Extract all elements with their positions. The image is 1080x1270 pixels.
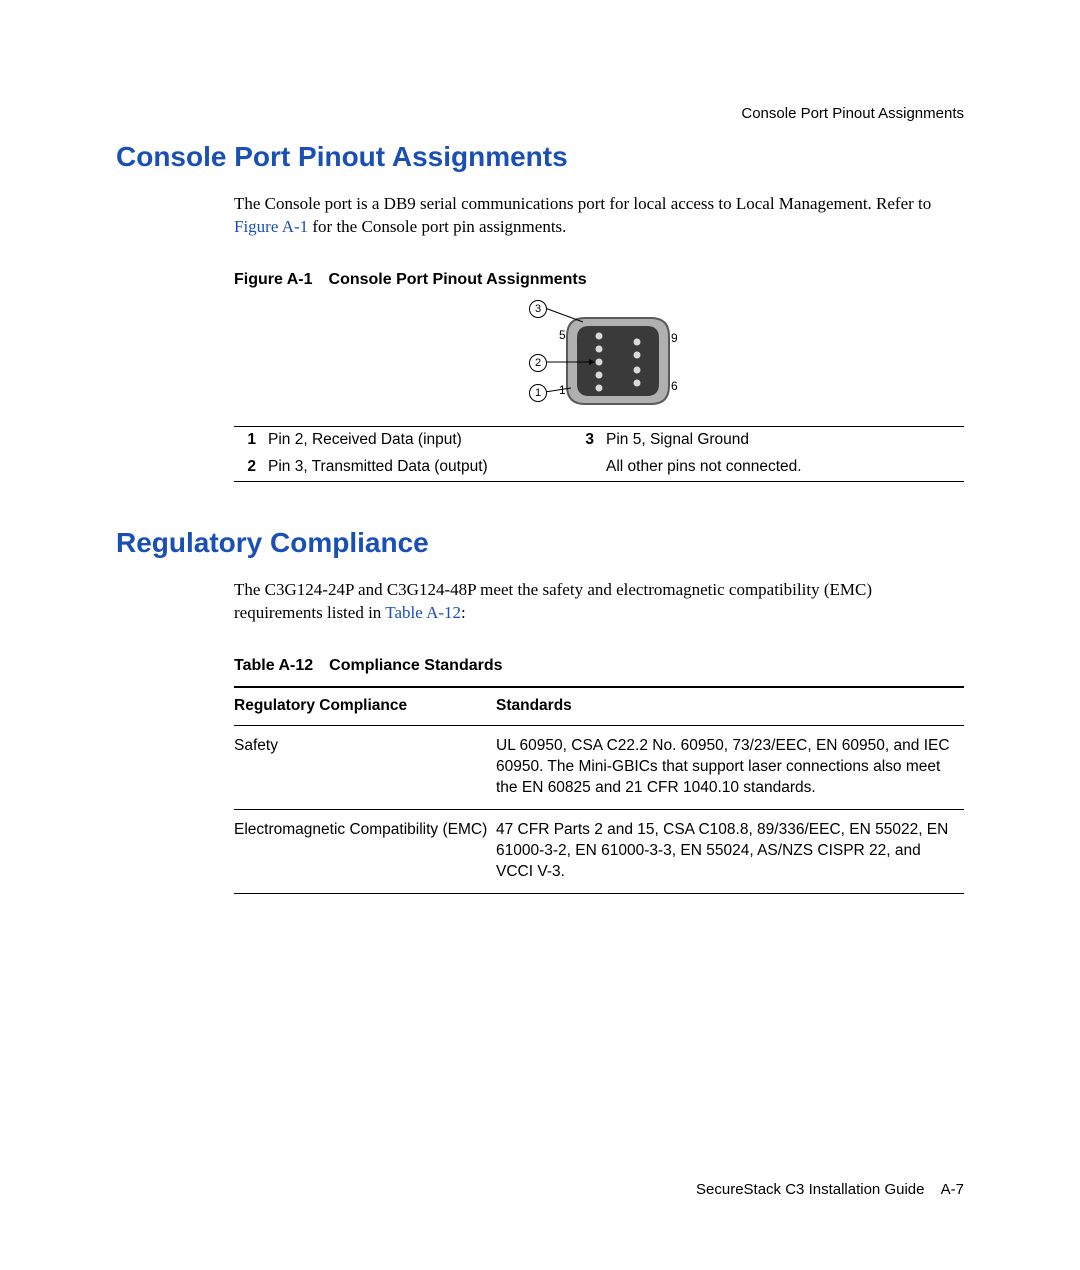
legend-idx: 3 bbox=[572, 427, 602, 454]
text: for the Console port pin assignments. bbox=[308, 217, 566, 236]
legend-row: 2 Pin 3, Transmitted Data (output) All o… bbox=[234, 454, 964, 481]
section1-body: The Console port is a DB9 serial communi… bbox=[234, 193, 964, 482]
figure-legend-table: 1 Pin 2, Received Data (input) 3 Pin 5, … bbox=[234, 426, 964, 482]
section1-paragraph: The Console port is a DB9 serial communi… bbox=[234, 193, 964, 239]
text: : bbox=[461, 603, 466, 622]
page: Console Port Pinout Assignments Console … bbox=[0, 0, 1080, 1270]
legend-text: Pin 3, Transmitted Data (output) bbox=[264, 454, 572, 481]
table-row: Safety UL 60950, CSA C22.2 No. 60950, 73… bbox=[234, 726, 964, 810]
legend-text: Pin 2, Received Data (input) bbox=[264, 427, 572, 454]
text: The Console port is a DB9 serial communi… bbox=[234, 194, 931, 213]
heading-console-port: Console Port Pinout Assignments bbox=[116, 138, 964, 176]
th-standards: Standards bbox=[496, 687, 964, 725]
table-header-row: Regulatory Compliance Standards bbox=[234, 687, 964, 725]
table-caption: Table A-12 Compliance Standards bbox=[234, 655, 964, 677]
figure-title: Console Port Pinout Assignments bbox=[329, 271, 587, 288]
cell-standards: UL 60950, CSA C22.2 No. 60950, 73/23/EEC… bbox=[496, 726, 964, 810]
figure-caption: Figure A-1 Console Port Pinout Assignment… bbox=[234, 269, 964, 291]
compliance-table: Regulatory Compliance Standards Safety U… bbox=[234, 686, 964, 893]
table-xref-link[interactable]: Table A-12 bbox=[385, 603, 461, 622]
text: The C3G124-24P and C3G124-48P meet the s… bbox=[234, 580, 872, 622]
pin-label-1: 1 bbox=[559, 382, 566, 398]
cell-category: Electromagnetic Compatibility (EMC) bbox=[234, 810, 496, 894]
figure-xref-link[interactable]: Figure A-1 bbox=[234, 217, 308, 236]
footer-book-title: SecureStack C3 Installation Guide bbox=[696, 1181, 924, 1198]
figure-number: Figure A-1 bbox=[234, 271, 313, 288]
legend-idx: 1 bbox=[234, 427, 264, 454]
heading-regulatory: Regulatory Compliance bbox=[116, 524, 964, 562]
db9-connector-diagram: 3 2 1 5 9 1 6 bbox=[499, 300, 699, 420]
legend-idx: 2 bbox=[234, 454, 264, 481]
pin-label-5: 5 bbox=[559, 327, 566, 343]
table-title: Compliance Standards bbox=[329, 657, 502, 674]
page-footer: SecureStack C3 Installation Guide A-7 bbox=[696, 1180, 964, 1200]
legend-text: Pin 5, Signal Ground bbox=[602, 427, 964, 454]
footer-page-number: A-7 bbox=[941, 1181, 964, 1198]
section2-paragraph: The C3G124-24P and C3G124-48P meet the s… bbox=[234, 579, 964, 625]
running-header: Console Port Pinout Assignments bbox=[741, 104, 964, 124]
section2-body: The C3G124-24P and C3G124-48P meet the s… bbox=[234, 579, 964, 894]
cell-category: Safety bbox=[234, 726, 496, 810]
figure-graphic: 3 2 1 5 9 1 6 bbox=[234, 300, 964, 420]
pin-label-9: 9 bbox=[671, 330, 678, 346]
table-number: Table A-12 bbox=[234, 657, 313, 674]
pin-label-6: 6 bbox=[671, 378, 678, 394]
legend-idx bbox=[572, 454, 602, 481]
cell-standards: 47 CFR Parts 2 and 15, CSA C108.8, 89/33… bbox=[496, 810, 964, 894]
legend-text: All other pins not connected. bbox=[602, 454, 964, 481]
th-regulatory: Regulatory Compliance bbox=[234, 687, 496, 725]
legend-row: 1 Pin 2, Received Data (input) 3 Pin 5, … bbox=[234, 427, 964, 454]
table-row: Electromagnetic Compatibility (EMC) 47 C… bbox=[234, 810, 964, 894]
